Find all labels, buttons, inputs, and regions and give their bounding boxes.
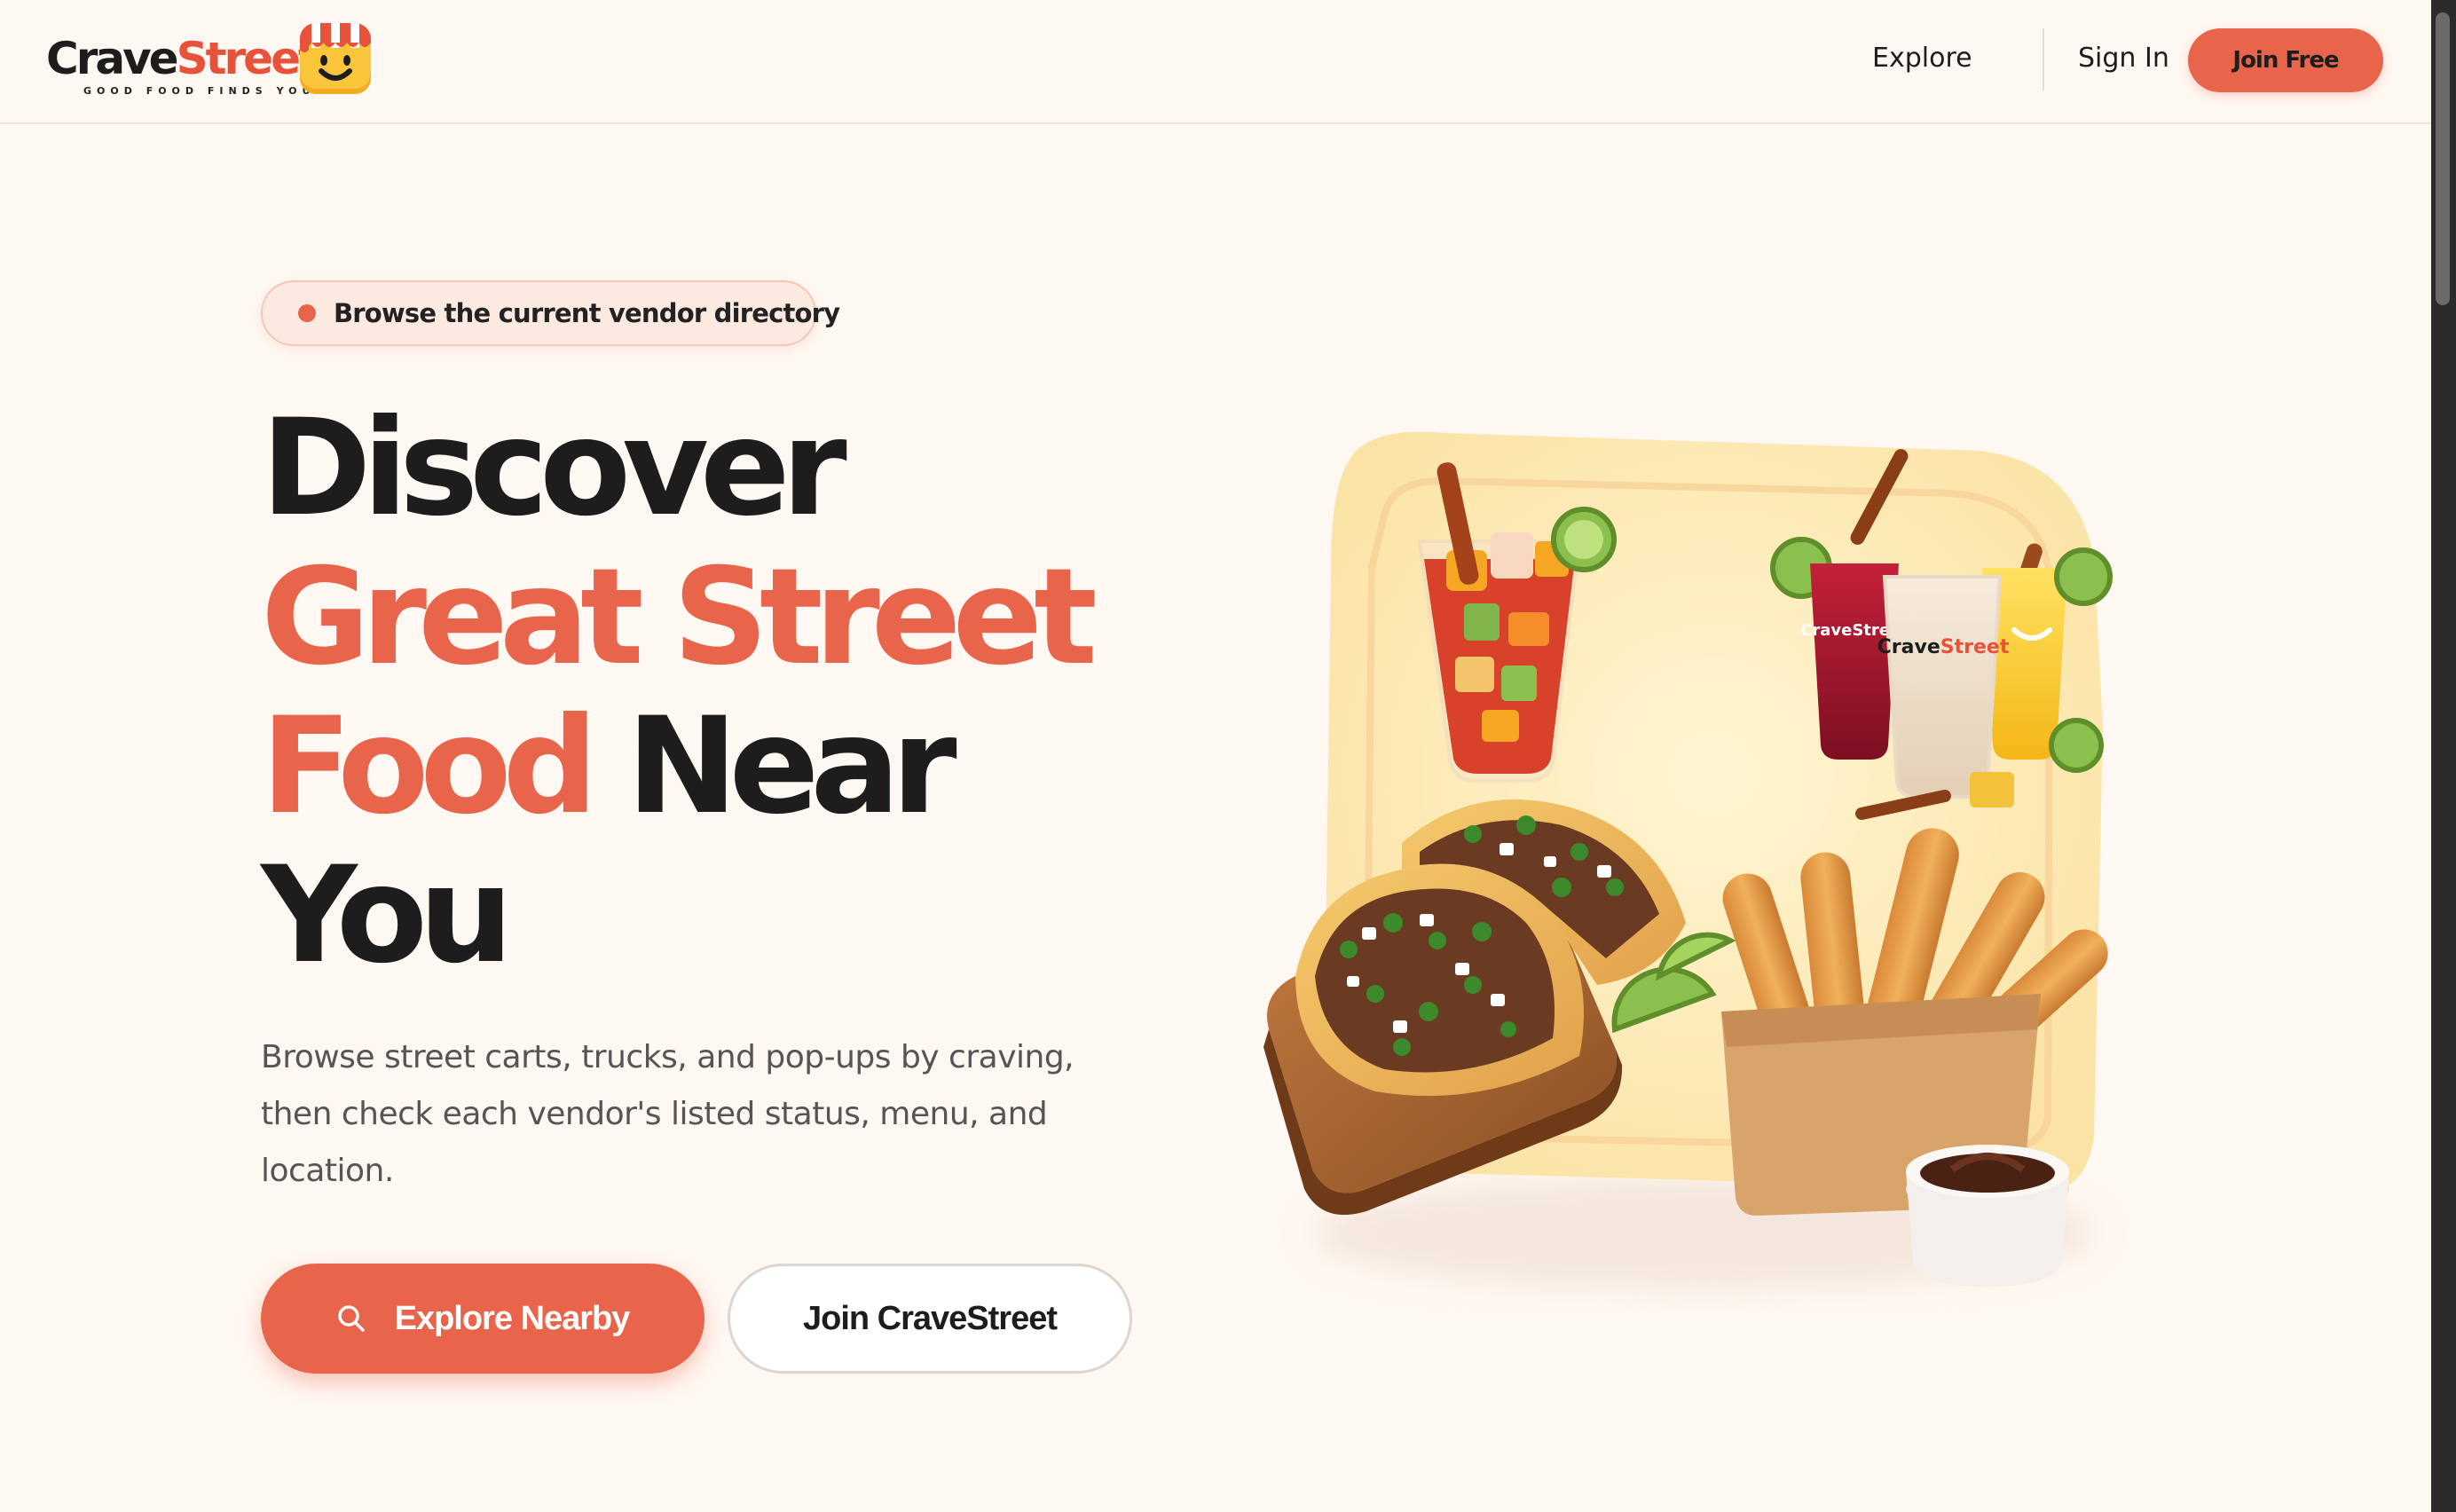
scrollbar-thumb[interactable]	[2436, 12, 2450, 305]
join-cravestreet-button[interactable]: Join CraveStreet	[728, 1264, 1132, 1374]
nav-explore-link[interactable]: Explore	[1872, 41, 1972, 76]
search-icon	[337, 1305, 365, 1332]
page: CraveStreet GOOD FOOD FINDS YOU Explore …	[0, 0, 2431, 1512]
explore-nearby-button[interactable]: Explore Nearby	[261, 1264, 705, 1374]
hero-food-illustration: CraveStreet CraveStreet	[1263, 431, 2113, 1287]
headline-near-word: Near	[626, 689, 956, 844]
nav-sign-in-link[interactable]: Sign In	[2078, 41, 2169, 76]
nav-divider	[2043, 28, 2044, 91]
hero-headline: Discover Great Street Food Near You	[261, 394, 1148, 990]
logo-tagline: GOOD FOOD FINDS YOU	[83, 85, 316, 97]
explore-nearby-label: Explore Nearby	[394, 1299, 631, 1337]
headline-accent-word: Food	[261, 689, 598, 844]
status-dot	[298, 304, 316, 322]
mascot-logo-icon	[300, 23, 371, 94]
navbar: CraveStreet GOOD FOOD FINDS YOU Explore …	[0, 0, 2431, 124]
join-free-button[interactable]: Join Free	[2188, 28, 2383, 92]
cup-label-2: CraveStreet	[1877, 636, 2010, 658]
headline-line-2: Great Street	[261, 540, 1098, 695]
badge-text: Browse the current vendor directory	[334, 298, 840, 328]
vendor-directory-badge: Browse the current vendor directory	[261, 280, 840, 346]
logo-wordmark: CraveStreet	[46, 33, 319, 84]
hero-subtext: Browse street carts, trucks, and pop-ups…	[261, 1039, 1074, 1189]
logo-link[interactable]: CraveStreet GOOD FOOD FINDS YOU	[46, 23, 374, 103]
headline-line-3: Food Near	[261, 692, 1148, 841]
headline-line-1: Discover	[261, 391, 847, 546]
headline-line-4: You	[261, 839, 514, 993]
